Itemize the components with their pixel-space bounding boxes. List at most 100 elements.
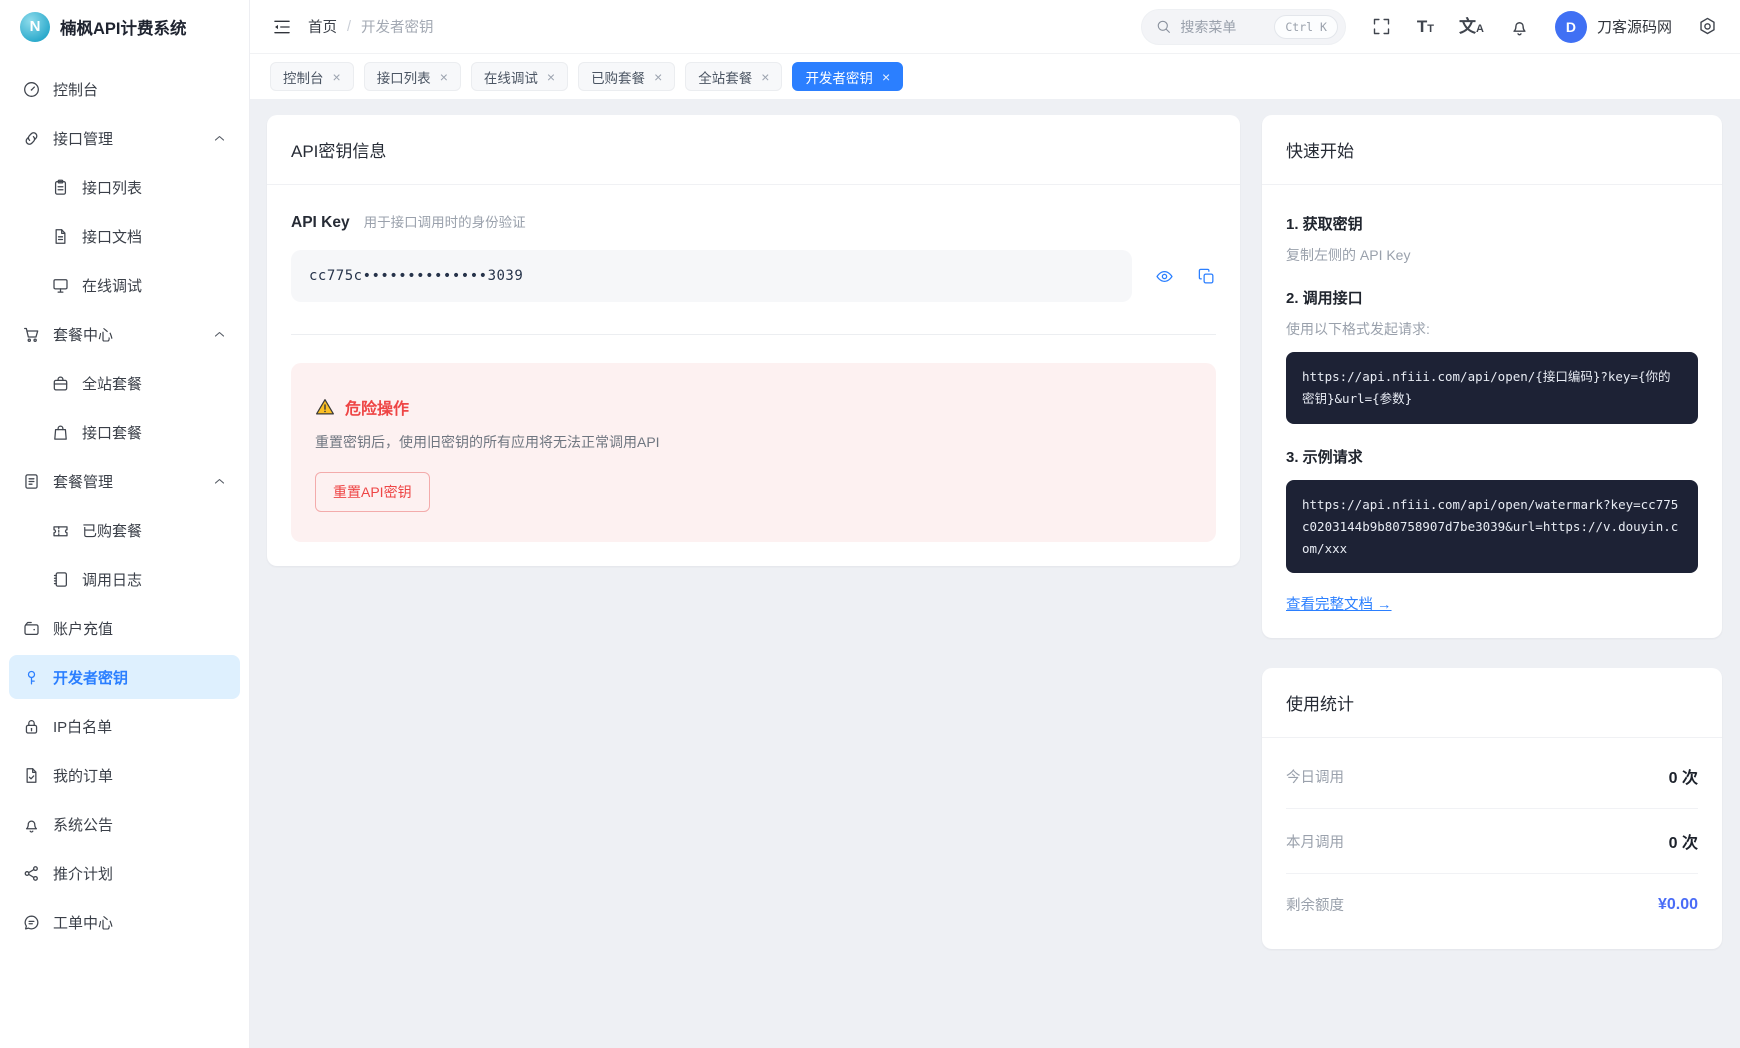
sidebar-item-purchased-packages[interactable]: 已购套餐 bbox=[9, 508, 240, 552]
close-icon[interactable]: × bbox=[440, 70, 448, 84]
search-input[interactable] bbox=[1180, 18, 1267, 35]
danger-description: 重置密钥后，使用旧密钥的所有应用将无法正常调用API bbox=[315, 434, 660, 450]
gear-icon[interactable] bbox=[1697, 16, 1718, 37]
reset-api-key-button[interactable]: 重置API密钥 bbox=[315, 472, 430, 512]
sidebar-item-dashboard[interactable]: 控制台 bbox=[9, 67, 240, 111]
stat-label: 今日调用 bbox=[1286, 769, 1344, 786]
sidebar-item-announcements[interactable]: 系统公告 bbox=[9, 802, 240, 846]
tab-site-packages[interactable]: 全站套餐 × bbox=[685, 62, 783, 91]
sidebar-group-api-management[interactable]: 接口管理 bbox=[9, 116, 240, 160]
step-title: 3. 示例请求 bbox=[1286, 448, 1363, 466]
sidebar-item-label: 接口列表 bbox=[82, 179, 143, 197]
sidebar-item-referral[interactable]: 推介计划 bbox=[9, 851, 240, 895]
main-column: 首页 / 开发者密钥 Ctrl K TT 文A D 刀客源码网 bbox=[250, 0, 1740, 1048]
close-icon[interactable]: × bbox=[547, 70, 555, 84]
close-icon[interactable]: × bbox=[761, 70, 769, 84]
bell-icon bbox=[22, 815, 41, 834]
cart-icon bbox=[22, 325, 41, 344]
sidebar-item-label: 套餐中心 bbox=[53, 326, 114, 344]
api-key-body: API Key 用于接口调用时的身份验证 cc775c•••••••••••••… bbox=[267, 185, 1240, 566]
fullscreen-icon[interactable] bbox=[1371, 16, 1392, 37]
breadcrumb-home[interactable]: 首页 bbox=[308, 16, 337, 37]
sidebar-item-my-orders[interactable]: 我的订单 bbox=[9, 753, 240, 797]
tab-bar: 控制台 × 接口列表 × 在线调试 × 已购套餐 × 全站套餐 × 开发者密钥 … bbox=[250, 53, 1740, 99]
topbar: 首页 / 开发者密钥 Ctrl K TT 文A D 刀客源码网 bbox=[250, 0, 1740, 53]
tab-developer-key[interactable]: 开发者密钥 × bbox=[792, 62, 904, 91]
user-menu[interactable]: D 刀客源码网 bbox=[1554, 10, 1672, 43]
sidebar-item-api-docs[interactable]: 接口文档 bbox=[9, 214, 240, 258]
stat-label: 本月调用 bbox=[1286, 834, 1344, 851]
sidebar-item-api-list[interactable]: 接口列表 bbox=[9, 165, 240, 209]
view-docs-link[interactable]: 查看完整文档 → bbox=[1286, 593, 1392, 614]
content-area: API密钥信息 API Key 用于接口调用时的身份验证 cc775c•••••… bbox=[250, 99, 1740, 1048]
tab-label: 开发者密钥 bbox=[805, 70, 873, 86]
ticket-icon bbox=[51, 521, 70, 540]
search-box[interactable]: Ctrl K bbox=[1141, 8, 1346, 45]
section-divider bbox=[291, 334, 1216, 335]
sidebar-group-package-center[interactable]: 套餐中心 bbox=[9, 312, 240, 356]
gauge-icon bbox=[22, 80, 41, 99]
clipboard-icon bbox=[51, 178, 70, 197]
api-key-card: API密钥信息 API Key 用于接口调用时的身份验证 cc775c•••••… bbox=[267, 115, 1240, 566]
sidebar-item-label: 开发者密钥 bbox=[53, 669, 129, 687]
card-title: 使用统计 bbox=[1262, 668, 1722, 739]
eye-icon[interactable] bbox=[1155, 267, 1174, 286]
stat-row-month: 本月调用 0 次 bbox=[1286, 809, 1698, 875]
sidebar-item-label: 账户充值 bbox=[53, 620, 114, 638]
stat-row-today: 今日调用 0 次 bbox=[1286, 744, 1698, 810]
tab-purchased-packages[interactable]: 已购套餐 × bbox=[578, 62, 676, 91]
step-title: 2. 调用接口 bbox=[1286, 290, 1363, 307]
stat-row-balance: 剩余额度 ¥0.00 bbox=[1286, 874, 1698, 935]
sidebar-item-ip-whitelist[interactable]: IP白名单 bbox=[9, 704, 240, 748]
close-icon[interactable]: × bbox=[333, 70, 341, 84]
sidebar-item-api-packages[interactable]: 接口套餐 bbox=[9, 410, 240, 454]
bell-icon[interactable] bbox=[1509, 16, 1530, 37]
api-key-desc: 用于接口调用时的身份验证 bbox=[363, 215, 526, 230]
avatar: D bbox=[1554, 10, 1587, 43]
card-title: 快速开始 bbox=[1262, 115, 1722, 185]
share-icon bbox=[22, 864, 41, 883]
tab-api-list[interactable]: 接口列表 × bbox=[363, 62, 461, 91]
breadcrumb-separator: / bbox=[347, 18, 352, 35]
tab-dashboard[interactable]: 控制台 × bbox=[270, 62, 354, 91]
shortcut-badge: Ctrl K bbox=[1274, 14, 1338, 39]
sidebar-group-package-management[interactable]: 套餐管理 bbox=[9, 459, 240, 503]
chevron-up-icon bbox=[212, 327, 227, 342]
sidebar-item-label: 已购套餐 bbox=[82, 522, 143, 540]
api-key-label-row: API Key 用于接口调用时的身份验证 bbox=[291, 211, 1216, 232]
sidebar-item-recharge[interactable]: 账户充值 bbox=[9, 606, 240, 650]
lock-icon bbox=[22, 717, 41, 736]
sidebar-item-site-packages[interactable]: 全站套餐 bbox=[9, 361, 240, 405]
topbar-actions: Ctrl K TT 文A D 刀客源码网 bbox=[1141, 8, 1718, 45]
briefcase-icon bbox=[51, 374, 70, 393]
danger-zone: 危险操作 重置密钥后，使用旧密钥的所有应用将无法正常调用API 重置API密钥 bbox=[291, 363, 1216, 542]
username: 刀客源码网 bbox=[1596, 19, 1672, 36]
request-format-code: https://api.nfiii.com/api/open/{接口编码}?ke… bbox=[1286, 352, 1698, 424]
sidebar-item-developer-key[interactable]: 开发者密钥 bbox=[9, 655, 240, 699]
close-icon[interactable]: × bbox=[882, 70, 890, 84]
translate-icon[interactable]: 文A bbox=[1459, 18, 1484, 35]
tab-label: 全站套餐 bbox=[698, 70, 753, 86]
wallet-icon bbox=[22, 619, 41, 638]
sidebar-item-call-logs[interactable]: 调用日志 bbox=[9, 557, 240, 601]
close-icon[interactable]: × bbox=[654, 70, 662, 84]
tab-online-debug[interactable]: 在线调试 × bbox=[470, 62, 569, 91]
stat-value: ¥0.00 bbox=[1657, 895, 1698, 913]
font-size-icon[interactable]: TT bbox=[1417, 18, 1434, 35]
right-column: 快速开始 1. 获取密钥 复制左侧的 API Key 2. 调用接口 使用以下格… bbox=[1262, 115, 1722, 950]
usage-stats-card: 使用统计 今日调用 0 次 本月调用 0 次 剩余额度 ¥0.00 bbox=[1262, 668, 1722, 950]
copy-icon[interactable] bbox=[1197, 267, 1216, 286]
sidebar: N 楠枫API计费系统 控制台 接口管理 接口列表 接口文档 在线调试 套餐中心… bbox=[0, 0, 250, 1048]
sidebar-item-label: 推介计划 bbox=[53, 865, 114, 883]
sidebar-item-tickets[interactable]: 工单中心 bbox=[9, 900, 240, 944]
step-desc: 使用以下格式发起请求: bbox=[1286, 321, 1430, 337]
usage-stats-body: 今日调用 0 次 本月调用 0 次 剩余额度 ¥0.00 bbox=[1262, 738, 1722, 949]
chevron-up-icon bbox=[212, 474, 227, 489]
danger-title-row: 危险操作 bbox=[315, 395, 1192, 419]
sidebar-collapse-icon[interactable] bbox=[272, 17, 292, 37]
sidebar-item-label: 接口套餐 bbox=[82, 424, 143, 442]
stat-label: 剩余额度 bbox=[1286, 898, 1344, 915]
card-title: API密钥信息 bbox=[267, 115, 1240, 185]
sidebar-item-label: 套餐管理 bbox=[53, 473, 114, 491]
sidebar-item-online-debug[interactable]: 在线调试 bbox=[9, 263, 240, 307]
